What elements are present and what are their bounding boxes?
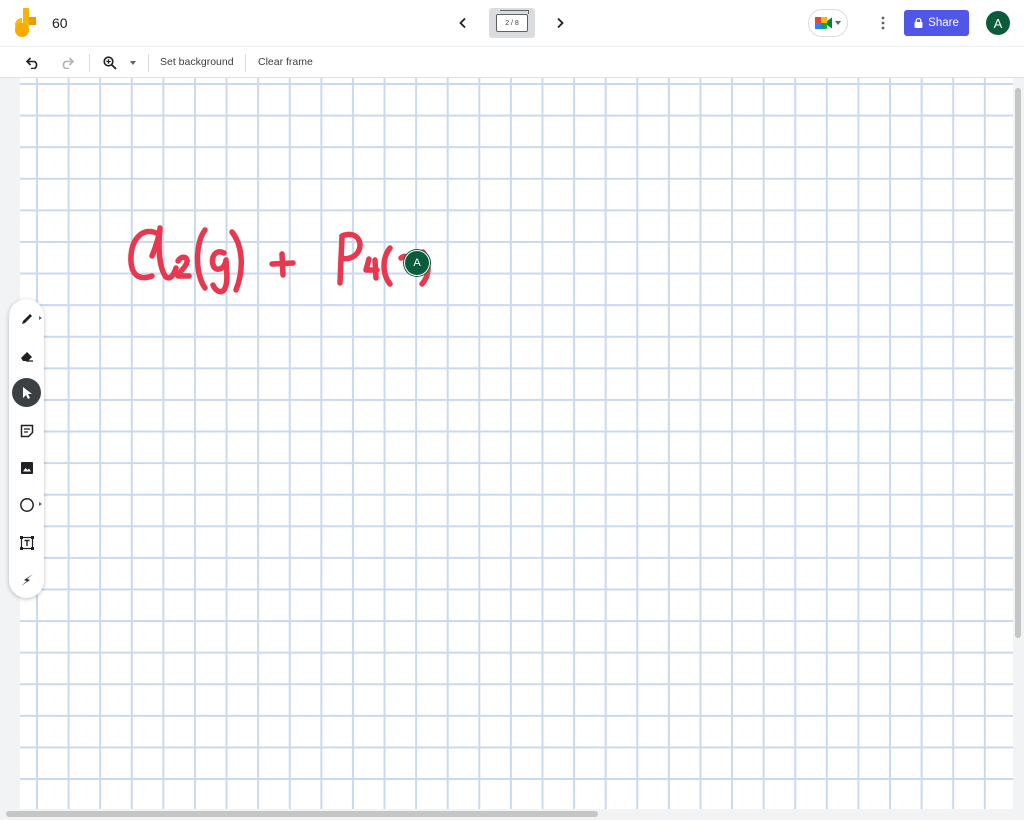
ink-stroke-g xyxy=(209,249,230,295)
redo-icon xyxy=(62,57,74,69)
editing-toolbar: Set background Clear frame xyxy=(0,46,1024,78)
text-box-tool[interactable] xyxy=(12,528,41,557)
collaborator-cursor-avatar: A xyxy=(404,250,430,276)
eraser-icon xyxy=(20,351,33,362)
zoom-button[interactable] xyxy=(100,53,120,73)
ink-stroke-plus-v xyxy=(279,251,286,278)
clear-frame-button[interactable]: Clear frame xyxy=(258,56,313,68)
undo-button[interactable] xyxy=(23,53,43,73)
tool-panel xyxy=(9,299,44,598)
caret-down-icon xyxy=(130,61,136,65)
laser-tool[interactable] xyxy=(12,565,41,594)
toolbar-divider xyxy=(148,54,149,72)
toolbar-divider xyxy=(89,54,90,72)
ink-stroke-4 xyxy=(363,256,380,281)
zoom-dropdown-button[interactable] xyxy=(123,53,143,73)
redo-button[interactable] xyxy=(57,53,77,73)
select-arrow-icon xyxy=(22,386,32,399)
share-button-label: Share xyxy=(928,17,959,29)
text-box-icon xyxy=(19,535,34,550)
handwritten-ink xyxy=(128,225,431,295)
set-background-button[interactable]: Set background xyxy=(160,56,234,68)
ink-stroke-paren-open xyxy=(194,227,208,291)
vertical-scrollbar[interactable] xyxy=(1015,88,1021,638)
more-vert-icon xyxy=(881,16,885,30)
shape-tool[interactable] xyxy=(12,490,42,519)
ink-stroke-2 xyxy=(175,254,192,279)
image-icon xyxy=(20,461,33,474)
more-options-button[interactable] xyxy=(872,11,894,35)
frame-bar-toggle[interactable]: 2 / 8 xyxy=(489,8,535,38)
previous-frame-button[interactable] xyxy=(451,11,475,35)
lock-icon xyxy=(914,18,923,28)
account-avatar[interactable]: A xyxy=(986,11,1010,35)
circle-shape-icon xyxy=(19,497,34,512)
chevron-right-icon xyxy=(557,17,564,29)
image-tool[interactable] xyxy=(12,453,41,482)
share-button[interactable]: Share xyxy=(904,10,969,36)
pen-tool[interactable] xyxy=(12,304,42,333)
sticky-note-icon xyxy=(20,424,33,437)
ink-stroke-paren-open-2 xyxy=(381,245,393,287)
pen-options-caret-icon[interactable] xyxy=(39,316,42,320)
select-tool[interactable] xyxy=(12,378,41,407)
meet-camera-icon xyxy=(815,17,832,29)
toolbar-divider xyxy=(245,54,246,72)
next-frame-button[interactable] xyxy=(548,11,572,35)
whiteboard-canvas[interactable]: A xyxy=(20,78,1013,809)
zoom-in-icon xyxy=(103,56,117,70)
eraser-tool[interactable] xyxy=(12,341,41,370)
laser-pointer-icon xyxy=(20,573,33,586)
sticky-note-tool[interactable] xyxy=(12,416,41,445)
app-header: 60 2 / 8 Share A xyxy=(0,0,1024,46)
shape-options-caret-icon[interactable] xyxy=(39,502,42,506)
pen-icon xyxy=(21,313,32,324)
horizontal-scrollbar[interactable] xyxy=(6,811,598,817)
caret-down-icon xyxy=(835,21,841,25)
document-title[interactable]: 60 xyxy=(52,15,68,31)
frame-indicator: 2 / 8 xyxy=(496,10,529,32)
ink-stroke-paren-close xyxy=(229,229,244,293)
undo-icon xyxy=(26,57,38,69)
jamboard-logo-icon[interactable] xyxy=(14,8,38,38)
chevron-left-icon xyxy=(459,17,466,29)
meet-button[interactable] xyxy=(808,9,848,37)
